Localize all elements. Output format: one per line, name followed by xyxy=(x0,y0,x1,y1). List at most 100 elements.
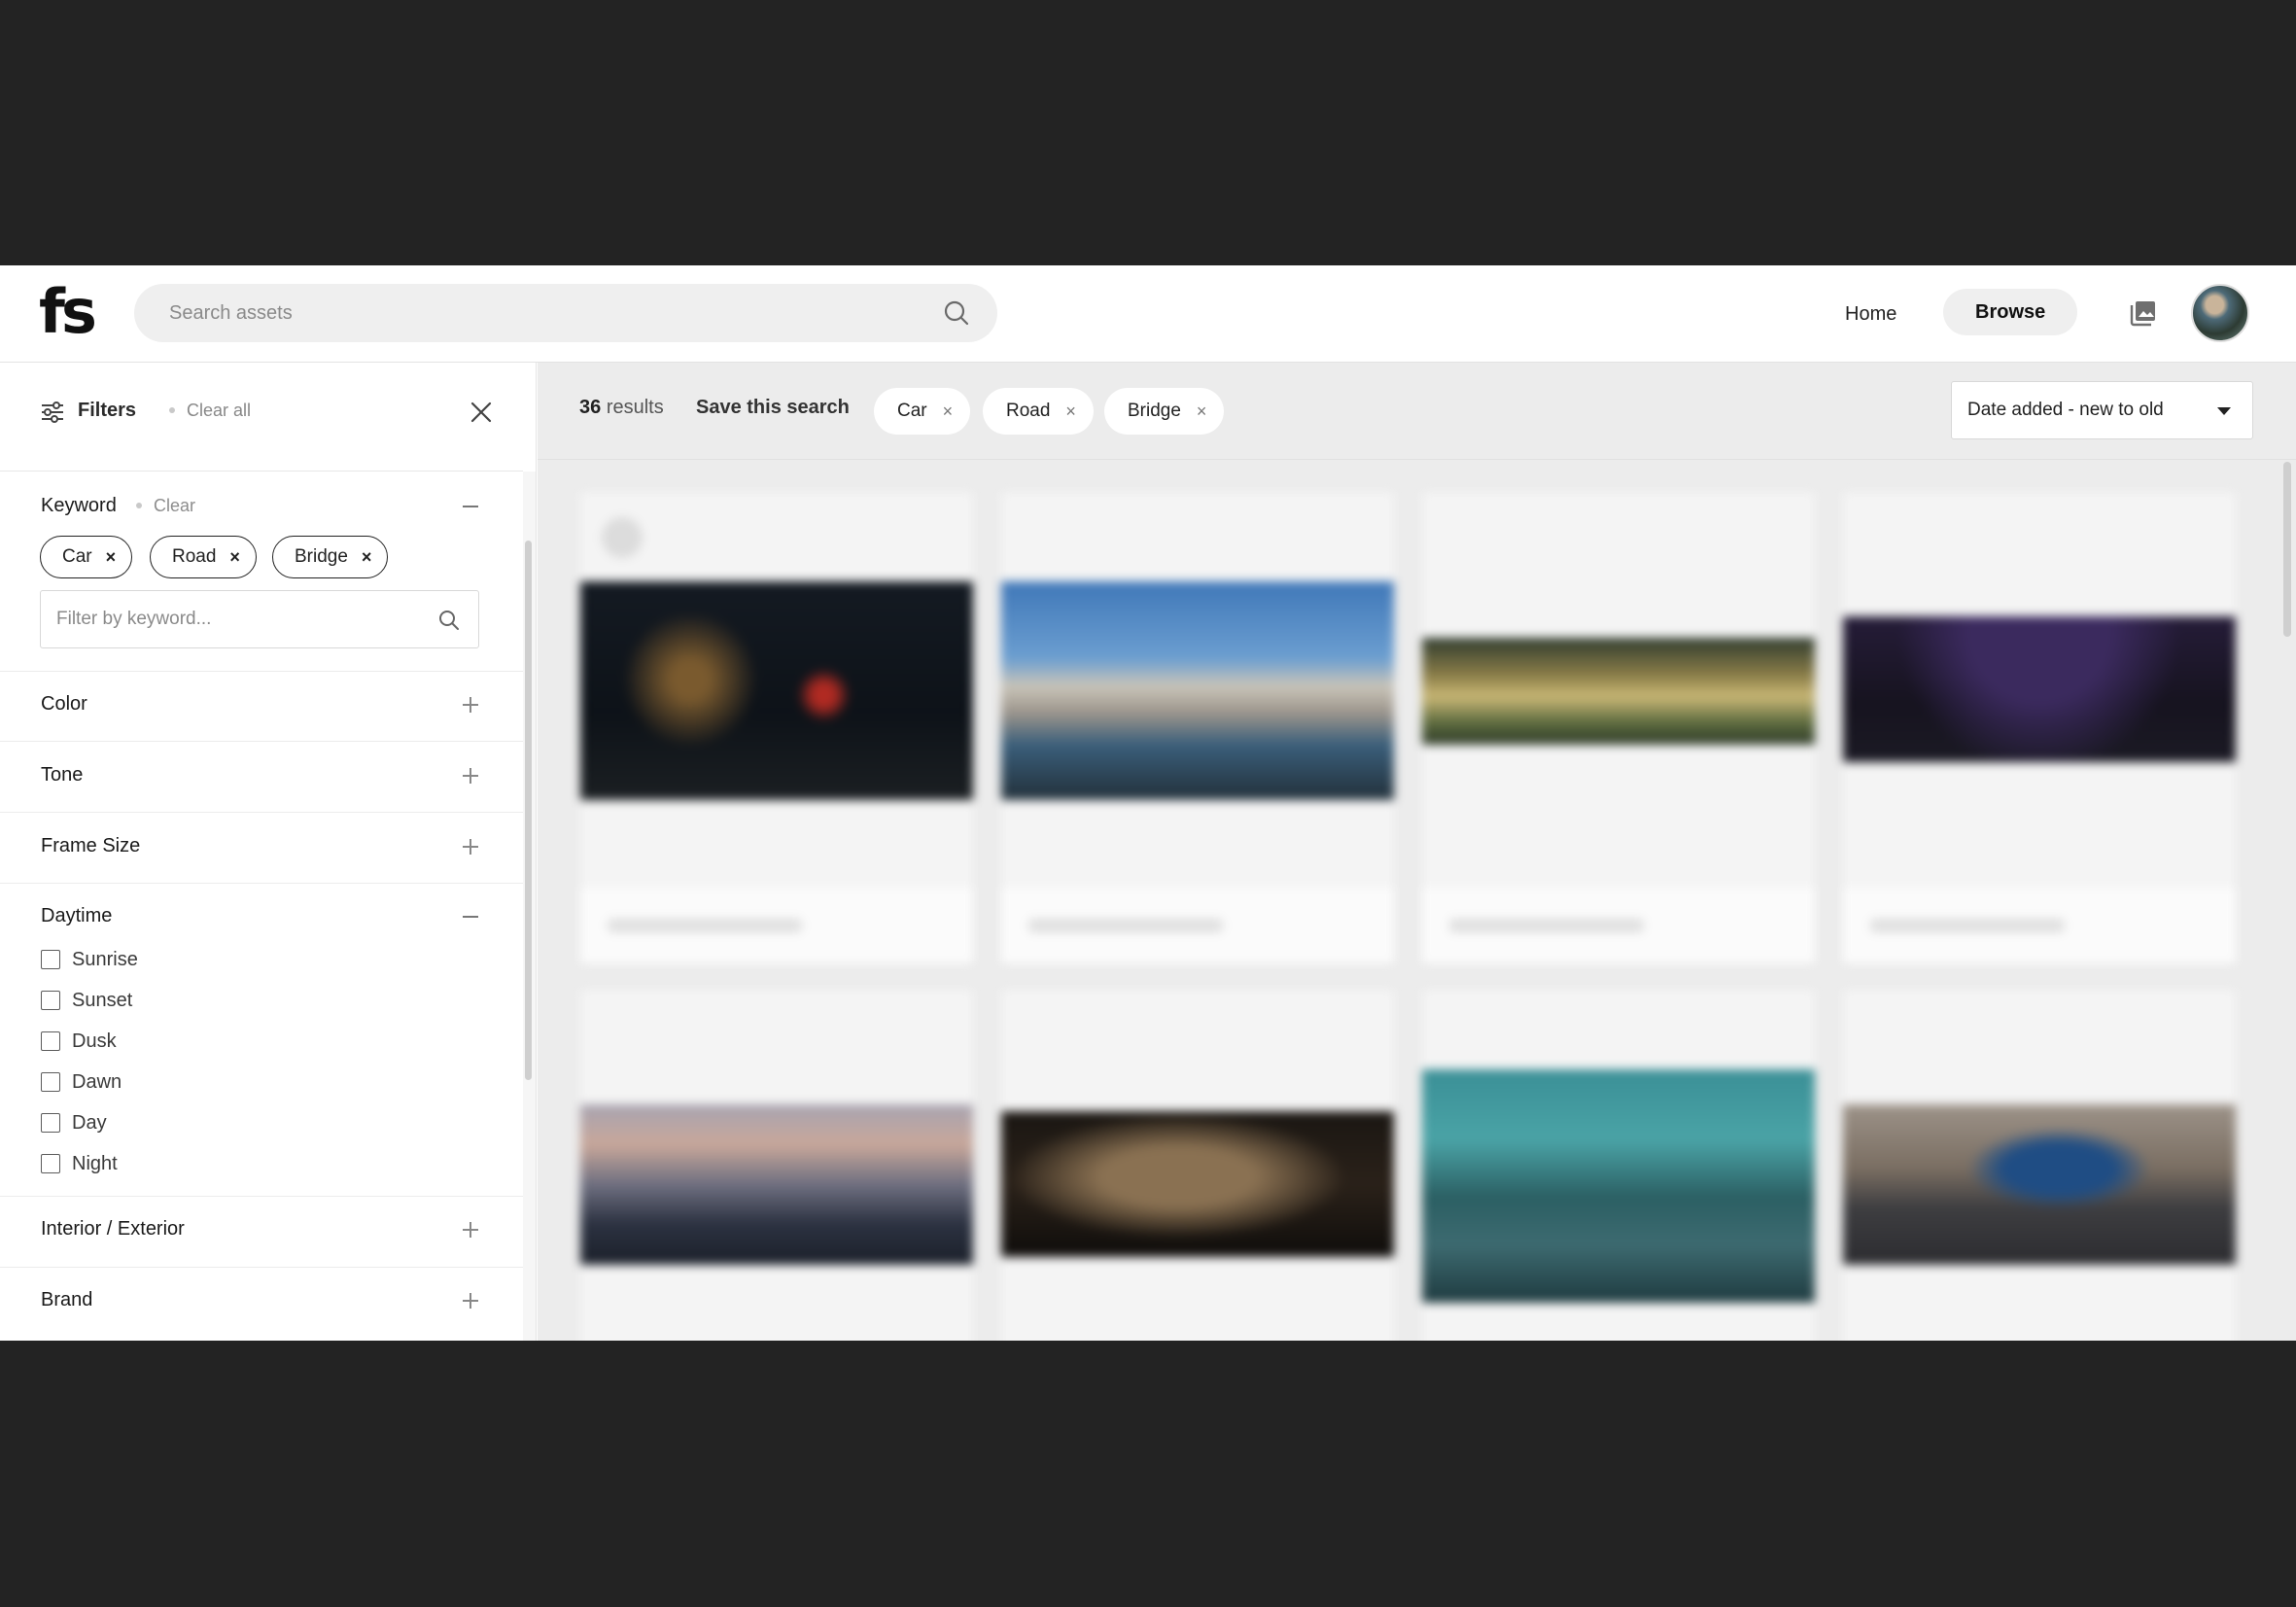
daytime-option-dusk[interactable]: Dusk xyxy=(41,1029,117,1054)
daytime-option-sunrise[interactable]: Sunrise xyxy=(41,947,138,972)
expand-icon[interactable] xyxy=(459,1218,482,1241)
results-label: results xyxy=(606,397,664,418)
remove-icon[interactable]: × xyxy=(1197,402,1207,422)
asset-thumbnail[interactable] xyxy=(580,1104,973,1265)
results-number: 36 xyxy=(579,397,602,418)
card-meta xyxy=(1870,919,2065,932)
sort-selected-value: Date added - new to old xyxy=(1967,400,2164,420)
keyword-chip-road[interactable]: Road × xyxy=(150,536,257,578)
tag-chip-label: Bridge xyxy=(1128,401,1181,421)
sidebar-scrollbar[interactable] xyxy=(525,541,532,1080)
card-meta xyxy=(1449,919,1644,932)
search-icon[interactable] xyxy=(437,609,461,632)
keyword-filter-field[interactable] xyxy=(40,590,479,648)
asset-card[interactable] xyxy=(580,492,973,963)
tag-chip-bridge[interactable]: Bridge × xyxy=(1104,388,1225,435)
keyword-chip-car[interactable]: Car × xyxy=(40,536,133,578)
checkbox[interactable] xyxy=(41,1113,60,1133)
results-panel: 36 results Save this search Car × Road × B… xyxy=(538,363,2296,1341)
keyword-filter-input[interactable] xyxy=(56,591,426,647)
expand-icon[interactable] xyxy=(459,835,482,858)
card-footer xyxy=(1843,888,2236,963)
checkbox[interactable] xyxy=(41,1072,60,1092)
user-avatar[interactable] xyxy=(2191,284,2249,342)
checkbox[interactable] xyxy=(41,1154,60,1173)
asset-thumbnail[interactable] xyxy=(1001,581,1394,800)
divider xyxy=(0,1267,523,1268)
search-icon[interactable] xyxy=(943,299,970,327)
select-badge[interactable] xyxy=(602,517,643,558)
divider xyxy=(0,812,523,813)
asset-card[interactable] xyxy=(1422,492,1815,963)
expand-icon[interactable] xyxy=(459,693,482,716)
tone-section-title[interactable]: Tone xyxy=(41,764,83,786)
keyword-section-title[interactable]: Keyword xyxy=(41,495,117,517)
checkbox-label: Dusk xyxy=(72,1030,117,1052)
remove-icon[interactable]: × xyxy=(362,547,372,568)
remove-icon[interactable]: × xyxy=(106,547,117,568)
asset-thumbnail[interactable] xyxy=(1422,1069,1815,1303)
checkbox-label: Sunset xyxy=(72,989,133,1011)
checkbox[interactable] xyxy=(41,950,60,969)
tag-chip-road[interactable]: Road × xyxy=(983,388,1094,435)
checkbox[interactable] xyxy=(41,991,60,1010)
filters-icon xyxy=(42,402,63,423)
filters-sidebar: Filters Clear all Keyword Clear Car × Roa… xyxy=(0,363,537,1341)
asset-thumbnail[interactable] xyxy=(580,581,973,800)
interior-exterior-section-title[interactable]: Interior / Exterior xyxy=(41,1218,185,1240)
expand-icon[interactable] xyxy=(459,764,482,787)
asset-card[interactable] xyxy=(1843,492,2236,963)
remove-icon[interactable]: × xyxy=(943,402,954,422)
asset-card[interactable] xyxy=(1001,990,1394,1341)
filters-header: Filters Clear all xyxy=(0,363,523,472)
remove-icon[interactable]: × xyxy=(229,547,240,568)
divider xyxy=(0,741,523,742)
collapse-icon[interactable] xyxy=(459,495,482,518)
frame-size-section-title[interactable]: Frame Size xyxy=(41,835,140,857)
search-bar[interactable] xyxy=(134,284,997,342)
daytime-option-sunset[interactable]: Sunset xyxy=(41,988,132,1013)
search-input[interactable] xyxy=(169,284,908,342)
save-search-button[interactable]: Save this search xyxy=(696,397,850,419)
tag-chip-car[interactable]: Car × xyxy=(874,388,971,435)
keyword-clear-button[interactable]: Clear xyxy=(136,496,195,516)
asset-card[interactable] xyxy=(580,990,973,1341)
collapse-icon[interactable] xyxy=(459,905,482,928)
gallery-icon[interactable] xyxy=(2129,298,2158,328)
separator-dot xyxy=(169,407,175,413)
separator-dot xyxy=(136,503,142,508)
close-icon[interactable] xyxy=(469,400,494,425)
sort-dropdown[interactable]: Date added - new to old xyxy=(1951,381,2253,439)
daytime-option-dawn[interactable]: Dawn xyxy=(41,1069,122,1095)
asset-card[interactable] xyxy=(1843,990,2236,1341)
card-meta xyxy=(1028,919,1223,932)
keyword-chip-bridge[interactable]: Bridge × xyxy=(272,536,389,578)
daytime-section-title[interactable]: Daytime xyxy=(41,905,112,927)
asset-card[interactable] xyxy=(1001,492,1394,963)
logo[interactable]: fs xyxy=(39,281,97,343)
asset-thumbnail[interactable] xyxy=(1001,1111,1394,1257)
daytime-option-day[interactable]: Day xyxy=(41,1110,107,1135)
remove-icon[interactable]: × xyxy=(1065,402,1076,422)
checkbox[interactable] xyxy=(41,1031,60,1051)
expand-icon[interactable] xyxy=(459,1289,482,1312)
card-footer xyxy=(580,888,973,963)
divider xyxy=(0,1196,523,1197)
divider xyxy=(0,671,523,672)
clear-all-button[interactable]: Clear all xyxy=(169,401,251,421)
asset-thumbnail[interactable] xyxy=(1843,616,2236,762)
nav-browse-link[interactable]: Browse xyxy=(1943,289,2078,335)
checkbox-label: Dawn xyxy=(72,1070,122,1093)
brand-section-title[interactable]: Brand xyxy=(41,1289,92,1311)
nav-home-link[interactable]: Home xyxy=(1820,289,1922,339)
keyword-chip-label: Bridge xyxy=(295,546,348,567)
daytime-option-night[interactable]: Night xyxy=(41,1151,118,1176)
asset-thumbnail[interactable] xyxy=(1843,1104,2236,1265)
clear-all-label: Clear all xyxy=(187,401,252,420)
asset-card[interactable] xyxy=(1422,990,1815,1341)
results-count: 36 results xyxy=(579,397,664,419)
results-scrollbar[interactable] xyxy=(2283,462,2291,637)
asset-thumbnail[interactable] xyxy=(1422,638,1815,745)
color-section-title[interactable]: Color xyxy=(41,693,87,716)
tag-chip-label: Road xyxy=(1006,401,1051,421)
